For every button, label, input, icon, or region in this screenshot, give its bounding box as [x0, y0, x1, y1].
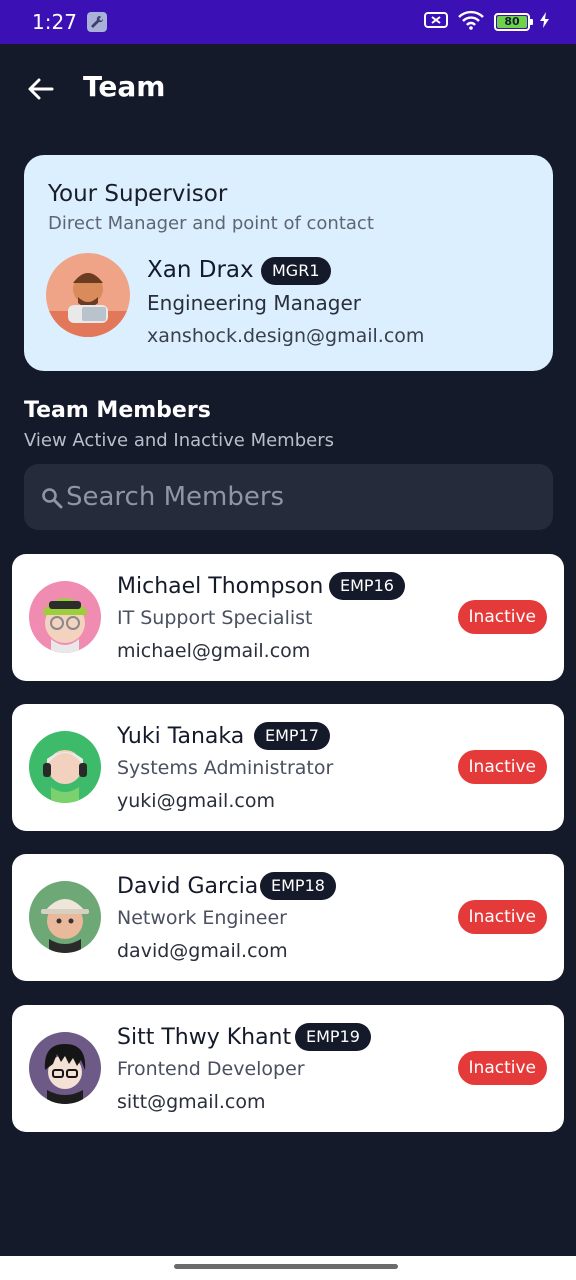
wifi-icon: [458, 10, 484, 34]
search-input[interactable]: [66, 476, 536, 518]
member-role: IT Support Specialist: [117, 607, 313, 629]
member-name: Yuki Tanaka: [117, 724, 245, 749]
page-title: Team: [83, 70, 166, 103]
member-avatar: [29, 581, 101, 653]
member-role: Systems Administrator: [117, 757, 334, 779]
member-id-badge: EMP19: [295, 1023, 371, 1051]
supervisor-heading: Your Supervisor: [48, 181, 228, 207]
sim-off-icon: [424, 11, 448, 33]
home-gesture-bar[interactable]: [174, 1264, 398, 1269]
arrow-back-icon: [28, 78, 54, 100]
member-email: david@gmail.com: [117, 940, 288, 962]
wrench-icon: [86, 12, 107, 32]
member-avatar: [29, 881, 101, 953]
member-card[interactable]: David Garcia EMP18 Network Engineer davi…: [12, 854, 564, 981]
member-email: michael@gmail.com: [117, 640, 311, 662]
member-name: Sitt Thwy Khant: [117, 1025, 292, 1050]
battery-icon: 80: [494, 13, 533, 31]
team-section-subtitle: View Active and Inactive Members: [24, 430, 334, 451]
member-avatar: [29, 731, 101, 803]
member-email: sitt@gmail.com: [117, 1091, 266, 1113]
status-badge: Inactive: [457, 750, 547, 784]
member-id-badge: EMP18: [260, 872, 336, 900]
back-button[interactable]: [24, 72, 58, 106]
member-avatar: [29, 1032, 101, 1104]
navigation-bar: [0, 1256, 576, 1280]
status-time: 1:27: [32, 10, 77, 34]
member-card[interactable]: Yuki Tanaka EMP17 Systems Administrator …: [12, 704, 564, 831]
status-right: 80: [424, 10, 550, 34]
status-badge: Inactive: [457, 600, 547, 634]
member-role: Frontend Developer: [117, 1058, 305, 1080]
search-box[interactable]: [24, 464, 553, 530]
supervisor-avatar: [46, 253, 130, 337]
status-badge: Inactive: [457, 900, 547, 934]
charging-icon: [540, 12, 550, 32]
member-name: Michael Thompson: [117, 574, 324, 599]
status-left: 1:27: [32, 10, 107, 34]
member-name: David Garcia: [117, 874, 259, 899]
member-card[interactable]: Michael Thompson EMP16 IT Support Specia…: [12, 554, 564, 681]
supervisor-name: Xan Drax: [147, 257, 254, 283]
member-card[interactable]: Sitt Thwy Khant EMP19 Frontend Developer…: [12, 1005, 564, 1132]
status-badge: Inactive: [457, 1051, 547, 1085]
supervisor-role: Engineering Manager: [147, 291, 362, 315]
battery-level: 80: [497, 16, 527, 28]
search-icon: [42, 488, 63, 509]
supervisor-email[interactable]: xanshock.design@gmail.com: [147, 325, 424, 347]
member-id-badge: EMP17: [254, 722, 330, 750]
status-bar: 1:27 80: [0, 0, 576, 44]
app-bar: Team: [0, 60, 576, 118]
supervisor-card[interactable]: Your Supervisor Direct Manager and point…: [24, 155, 553, 371]
member-email: yuki@gmail.com: [117, 790, 275, 812]
supervisor-subheading: Direct Manager and point of contact: [48, 213, 374, 234]
member-role: Network Engineer: [117, 907, 287, 929]
supervisor-id-badge: MGR1: [261, 257, 331, 285]
member-id-badge: EMP16: [329, 572, 405, 600]
team-section-title: Team Members: [24, 398, 211, 423]
